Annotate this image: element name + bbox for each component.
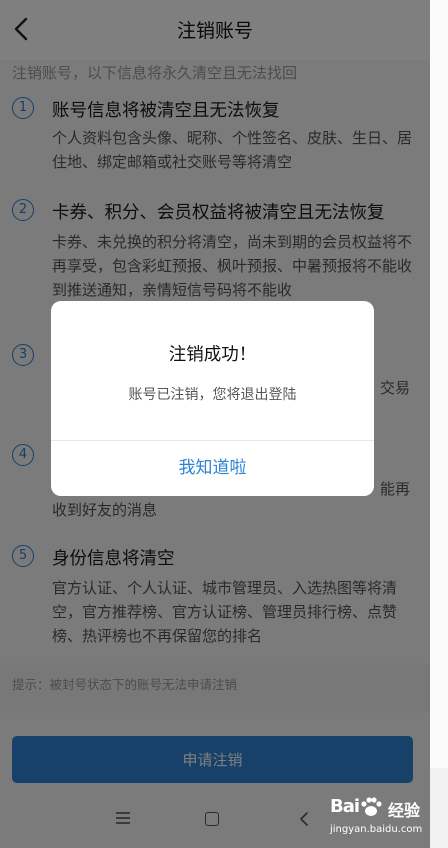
baidu-paw-icon [361, 797, 382, 816]
dialog-title: 注销成功！ [168, 345, 257, 365]
watermark-logo: Bai [330, 796, 360, 817]
screen: 注销账号 注销账号，以下信息将永久清空且无法找回 1 账号信息将被清空且无法恢复… [0, 0, 430, 848]
baidu-watermark: Bai 经验 jingyan.baidu.com [330, 794, 430, 844]
success-dialog: 注销成功！ 账号已注销，您将退出登陆 我知道啦 [51, 301, 374, 496]
confirm-button[interactable]: 我知道啦 [51, 441, 374, 496]
watermark-url: jingyan.baidu.com [330, 824, 423, 835]
side-strip [430, 0, 448, 848]
watermark-label: 经验 [388, 801, 421, 820]
dialog-message: 账号已注销，您将退出登陆 [128, 387, 297, 403]
side-strip-segment [430, 768, 448, 848]
